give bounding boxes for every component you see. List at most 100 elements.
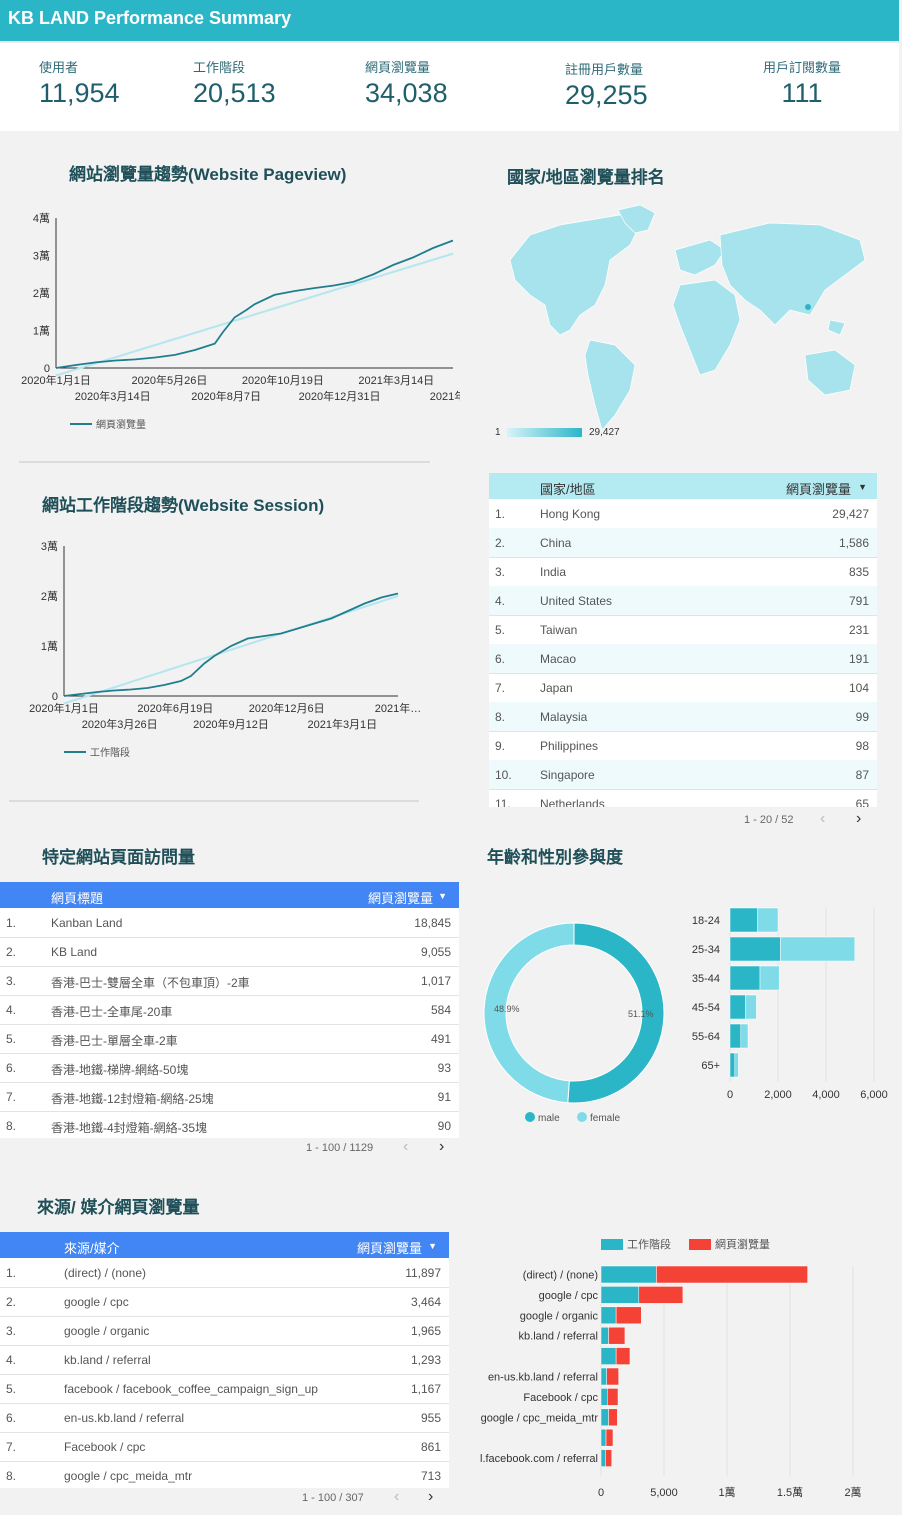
bar-segment[interactable] — [607, 1388, 619, 1406]
session-title: 網站工作階段趨勢(Website Session) — [42, 496, 325, 515]
bar-female[interactable] — [757, 907, 779, 933]
world-map[interactable] — [490, 205, 875, 445]
next-page-icon[interactable]: › — [439, 1138, 444, 1156]
bar-female[interactable] — [740, 1023, 749, 1049]
kpi-value: 29,255 — [565, 80, 648, 110]
table-row[interactable]: 1. Hong Kong 29,427 — [489, 499, 877, 529]
table-row[interactable]: 2. KB Land 9,055 — [0, 937, 459, 967]
series-line — [63, 592, 399, 697]
next-page-icon[interactable]: › — [428, 1488, 433, 1506]
kpi-subscriptions[interactable]: 用戶訂閱數量 111 — [760, 57, 844, 109]
row-number: 7. — [6, 1090, 17, 1104]
table-row[interactable]: 11. Netherlands 65 — [489, 789, 877, 807]
table-row[interactable]: 3. India 835 — [489, 557, 877, 587]
sort-desc-icon[interactable]: ▼ — [858, 482, 867, 492]
table-row[interactable]: 5. Taiwan 231 — [489, 615, 877, 645]
kpi-users[interactable]: 使用者 11,954 — [39, 57, 120, 109]
table-row[interactable]: 5. facebook / facebook_coffee_campaign_si… — [0, 1374, 449, 1404]
row-number: 3. — [495, 565, 506, 579]
row-name: India — [540, 565, 567, 579]
table-row[interactable]: 3. google / organic 1,965 — [0, 1316, 449, 1346]
sort-desc-icon[interactable]: ▼ — [438, 891, 447, 901]
col-header-page-title[interactable]: 網頁標題 — [51, 888, 103, 907]
col-header-pageviews[interactable]: 網頁瀏覽量 — [357, 1238, 422, 1257]
table-row[interactable]: 7. Facebook / cpc 861 — [0, 1432, 449, 1462]
kpi-registered-users[interactable]: 註冊用戶數量 29,255 — [565, 59, 648, 111]
prev-page-icon[interactable]: ‹ — [394, 1488, 399, 1506]
bar-segment[interactable] — [600, 1408, 609, 1427]
bar-segment[interactable] — [600, 1367, 607, 1386]
col-header-source[interactable]: 來源/媒介 — [64, 1238, 120, 1257]
bar-female[interactable] — [745, 994, 757, 1020]
kpi-sessions[interactable]: 工作階段 20,513 — [193, 57, 276, 109]
bar-segment[interactable] — [615, 1347, 631, 1365]
bar-segment[interactable] — [605, 1428, 614, 1447]
next-page-icon[interactable]: › — [856, 810, 861, 828]
x-tick-label: 4,000 — [812, 1089, 840, 1101]
bar-male[interactable] — [729, 965, 761, 991]
col-header-pageviews[interactable]: 網頁瀏覽量 — [786, 479, 851, 498]
bar-segment[interactable] — [600, 1449, 606, 1467]
row-value: 1,017 — [420, 974, 451, 988]
row-value: 93 — [437, 1061, 451, 1075]
sort-desc-icon[interactable]: ▼ — [428, 1241, 437, 1251]
bar-segment[interactable] — [606, 1367, 619, 1386]
row-number: 6. — [495, 652, 506, 666]
bar-female[interactable] — [734, 1052, 739, 1078]
table-row[interactable]: 7. Japan 104 — [489, 673, 877, 703]
table-row[interactable]: 2. China 1,586 — [489, 528, 877, 558]
bar-segment[interactable] — [656, 1265, 808, 1284]
bar-segment[interactable] — [600, 1286, 640, 1304]
table-row[interactable]: 3. 香港-巴士-雙層全車（不包車頂）-2車 1,017 — [0, 966, 459, 996]
bar-female[interactable] — [759, 965, 780, 991]
bar-segment[interactable] — [600, 1388, 608, 1406]
bar-segment[interactable] — [600, 1326, 609, 1345]
table-row[interactable]: 6. en-us.kb.land / referral 955 — [0, 1403, 449, 1433]
row-number: 8. — [6, 1469, 17, 1483]
bar-segment[interactable] — [615, 1306, 642, 1325]
col-header-pageviews[interactable]: 網頁瀏覽量 — [368, 888, 433, 907]
table-row[interactable]: 8. 香港-地鐵-4封燈箱-網絡-35塊 90 — [0, 1111, 459, 1138]
row-name: Singapore — [540, 768, 595, 782]
pageview-line-chart[interactable]: 01萬2萬3萬4萬2020年1月1日2020年3月14日2020年5月26日20… — [20, 200, 460, 440]
bar-male[interactable] — [729, 907, 758, 933]
bar-male[interactable] — [729, 994, 746, 1020]
table-row[interactable]: 7. 香港-地鐵-12封燈箱-網絡-25塊 91 — [0, 1082, 459, 1112]
table-row[interactable]: 4. 香港-巴士-全車尾-20車 584 — [0, 995, 459, 1025]
kpi-pageviews[interactable]: 網頁瀏覽量 34,038 — [365, 57, 448, 109]
table-row[interactable]: 6. 香港-地鐵-梯牌-網絡-50塊 93 — [0, 1053, 459, 1083]
prev-page-icon[interactable]: ‹ — [820, 810, 825, 828]
bar-segment[interactable] — [600, 1347, 617, 1365]
table-row[interactable]: 10. Singapore 87 — [489, 760, 877, 790]
table-row[interactable]: 1. Kanban Land 18,845 — [0, 908, 459, 938]
table-row[interactable]: 6. Macao 191 — [489, 644, 877, 674]
gender-donut-chart[interactable]: 51.1% 48.9% male female — [480, 915, 670, 1135]
bar-female[interactable] — [780, 936, 856, 962]
bar-segment[interactable] — [638, 1286, 684, 1304]
age-bar-chart[interactable]: 0 2,000 4,000 6,000 18-24 25-34 35-44 45-54 55-6… — [680, 900, 895, 1110]
bar-male[interactable] — [729, 936, 781, 962]
col-header-country[interactable]: 國家/地區 — [540, 479, 596, 498]
table-row[interactable]: 9. Philippines 98 — [489, 731, 877, 761]
table-row[interactable]: 8. Malaysia 99 — [489, 702, 877, 732]
table-row[interactable]: 2. google / cpc 3,464 — [0, 1287, 449, 1317]
bar-segment[interactable] — [600, 1306, 617, 1325]
prev-page-icon[interactable]: ‹ — [403, 1138, 408, 1156]
session-line-chart[interactable]: 01萬2萬3萬2020年1月1日2020年3月26日2020年6月19日2020… — [20, 530, 440, 770]
source-bar-chart[interactable]: 工作階段 網頁瀏覽量 0 5,000 1萬 1.5萬 2萬 (direct) / (none)… — [460, 1232, 900, 1512]
table-row[interactable]: 5. 香港-巴士-單層全車-2車 491 — [0, 1024, 459, 1054]
source-title: 來源/ 媒介網頁瀏覽量 — [37, 1198, 200, 1217]
table-row[interactable]: 4. kb.land / referral 1,293 — [0, 1345, 449, 1375]
bar-segment[interactable] — [608, 1408, 618, 1427]
table-row[interactable]: 1. (direct) / (none) 11,897 — [0, 1258, 449, 1288]
bar-segment[interactable] — [600, 1265, 657, 1284]
table-row[interactable]: 4. United States 791 — [489, 586, 877, 616]
bar-male[interactable] — [729, 1023, 742, 1049]
bar-segment[interactable] — [608, 1326, 626, 1345]
bar-segment[interactable] — [600, 1428, 607, 1447]
row-value: 835 — [848, 565, 869, 579]
bar-segment[interactable] — [605, 1449, 612, 1467]
table-row[interactable]: 8. google / cpc_meida_mtr 713 — [0, 1461, 449, 1488]
row-value: 1,167 — [410, 1382, 441, 1396]
bar-male[interactable] — [729, 1052, 736, 1078]
